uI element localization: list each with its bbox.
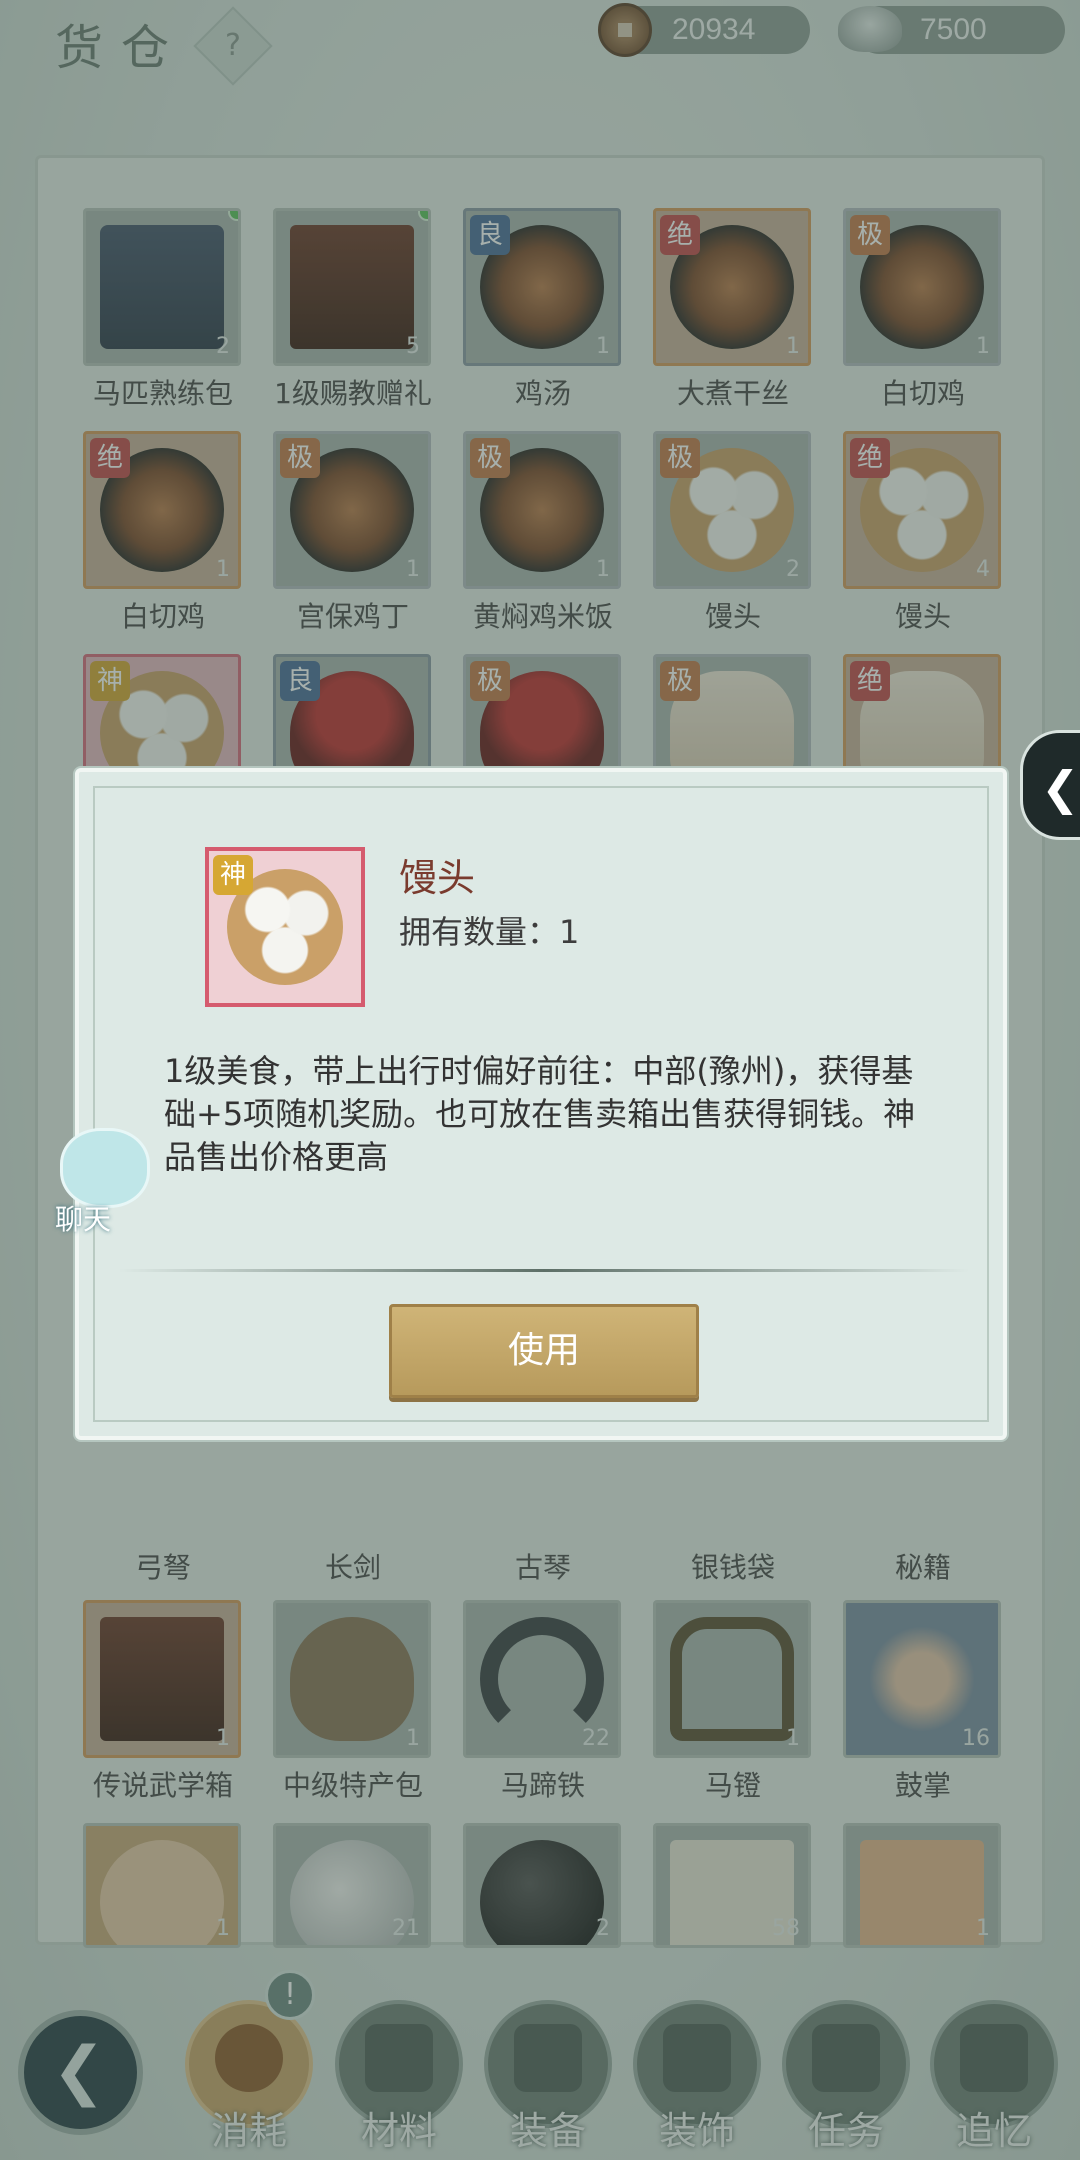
chevron-left-icon: ❮: [1041, 761, 1080, 815]
side-expand-button[interactable]: ❮: [1020, 730, 1080, 840]
divider: [119, 1269, 969, 1272]
item-description: 1级美食，带上出行时偏好前往：中部(豫州)，获得基础+5项随机奖励。也可放在售卖…: [164, 1052, 916, 1176]
chat-button[interactable]: 聊天: [45, 1128, 155, 1238]
inventory-screen: 货仓 ? 20934 7500 2 马匹熟练包 5 1级赐教赠礼 良1 鸡汤 绝…: [0, 0, 1080, 2160]
use-button[interactable]: 使用: [389, 1304, 699, 1398]
chat-mascot-icon: [60, 1128, 150, 1208]
item-owned-count: 拥有数量：1: [399, 913, 580, 951]
chat-label: 聊天: [55, 1203, 112, 1236]
item-detail-dialog: 神 馒头 拥有数量：1 1级美食，带上出行时偏好前往：中部(豫州)，获得基础+5…: [75, 768, 1007, 1440]
quality-badge: 神: [213, 855, 253, 895]
item-detail-image: 神: [205, 847, 365, 1007]
item-detail-name: 馒头: [399, 856, 476, 900]
